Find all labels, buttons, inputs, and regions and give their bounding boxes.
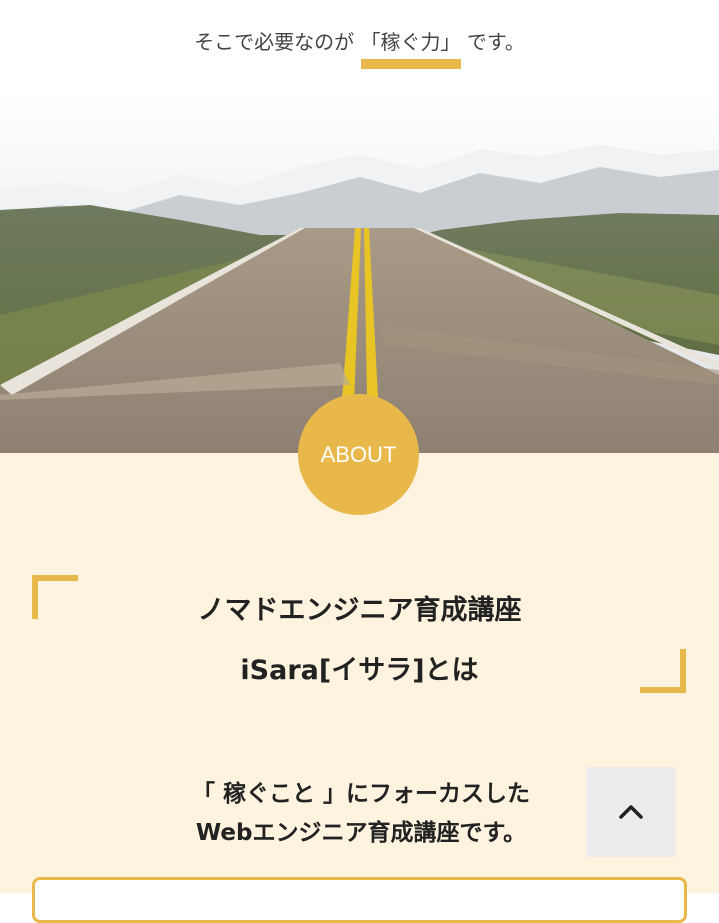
about-badge: ABOUT [298, 394, 419, 515]
intro-section: そこで必要なのが 「稼ぐ力」 です。 [0, 0, 719, 100]
about-title-line1: ノマドエンジニア育成講座 [197, 595, 522, 626]
intro-prefix: そこで必要なのが [194, 30, 355, 54]
about-title-line2: iSara[イサラ]とは [240, 655, 479, 686]
intro-suffix: です。 [466, 30, 525, 54]
intro-text: そこで必要なのが 「稼ぐ力」 です。 [0, 26, 719, 69]
content-card [32, 877, 687, 923]
chevron-up-icon [619, 805, 643, 819]
highlight-underline [360, 59, 461, 69]
intro-highlight: 「稼ぐ力」 [360, 26, 461, 69]
intro-highlight-text: 「稼ぐ力」 [360, 30, 461, 54]
scroll-to-top-button[interactable] [586, 767, 676, 857]
